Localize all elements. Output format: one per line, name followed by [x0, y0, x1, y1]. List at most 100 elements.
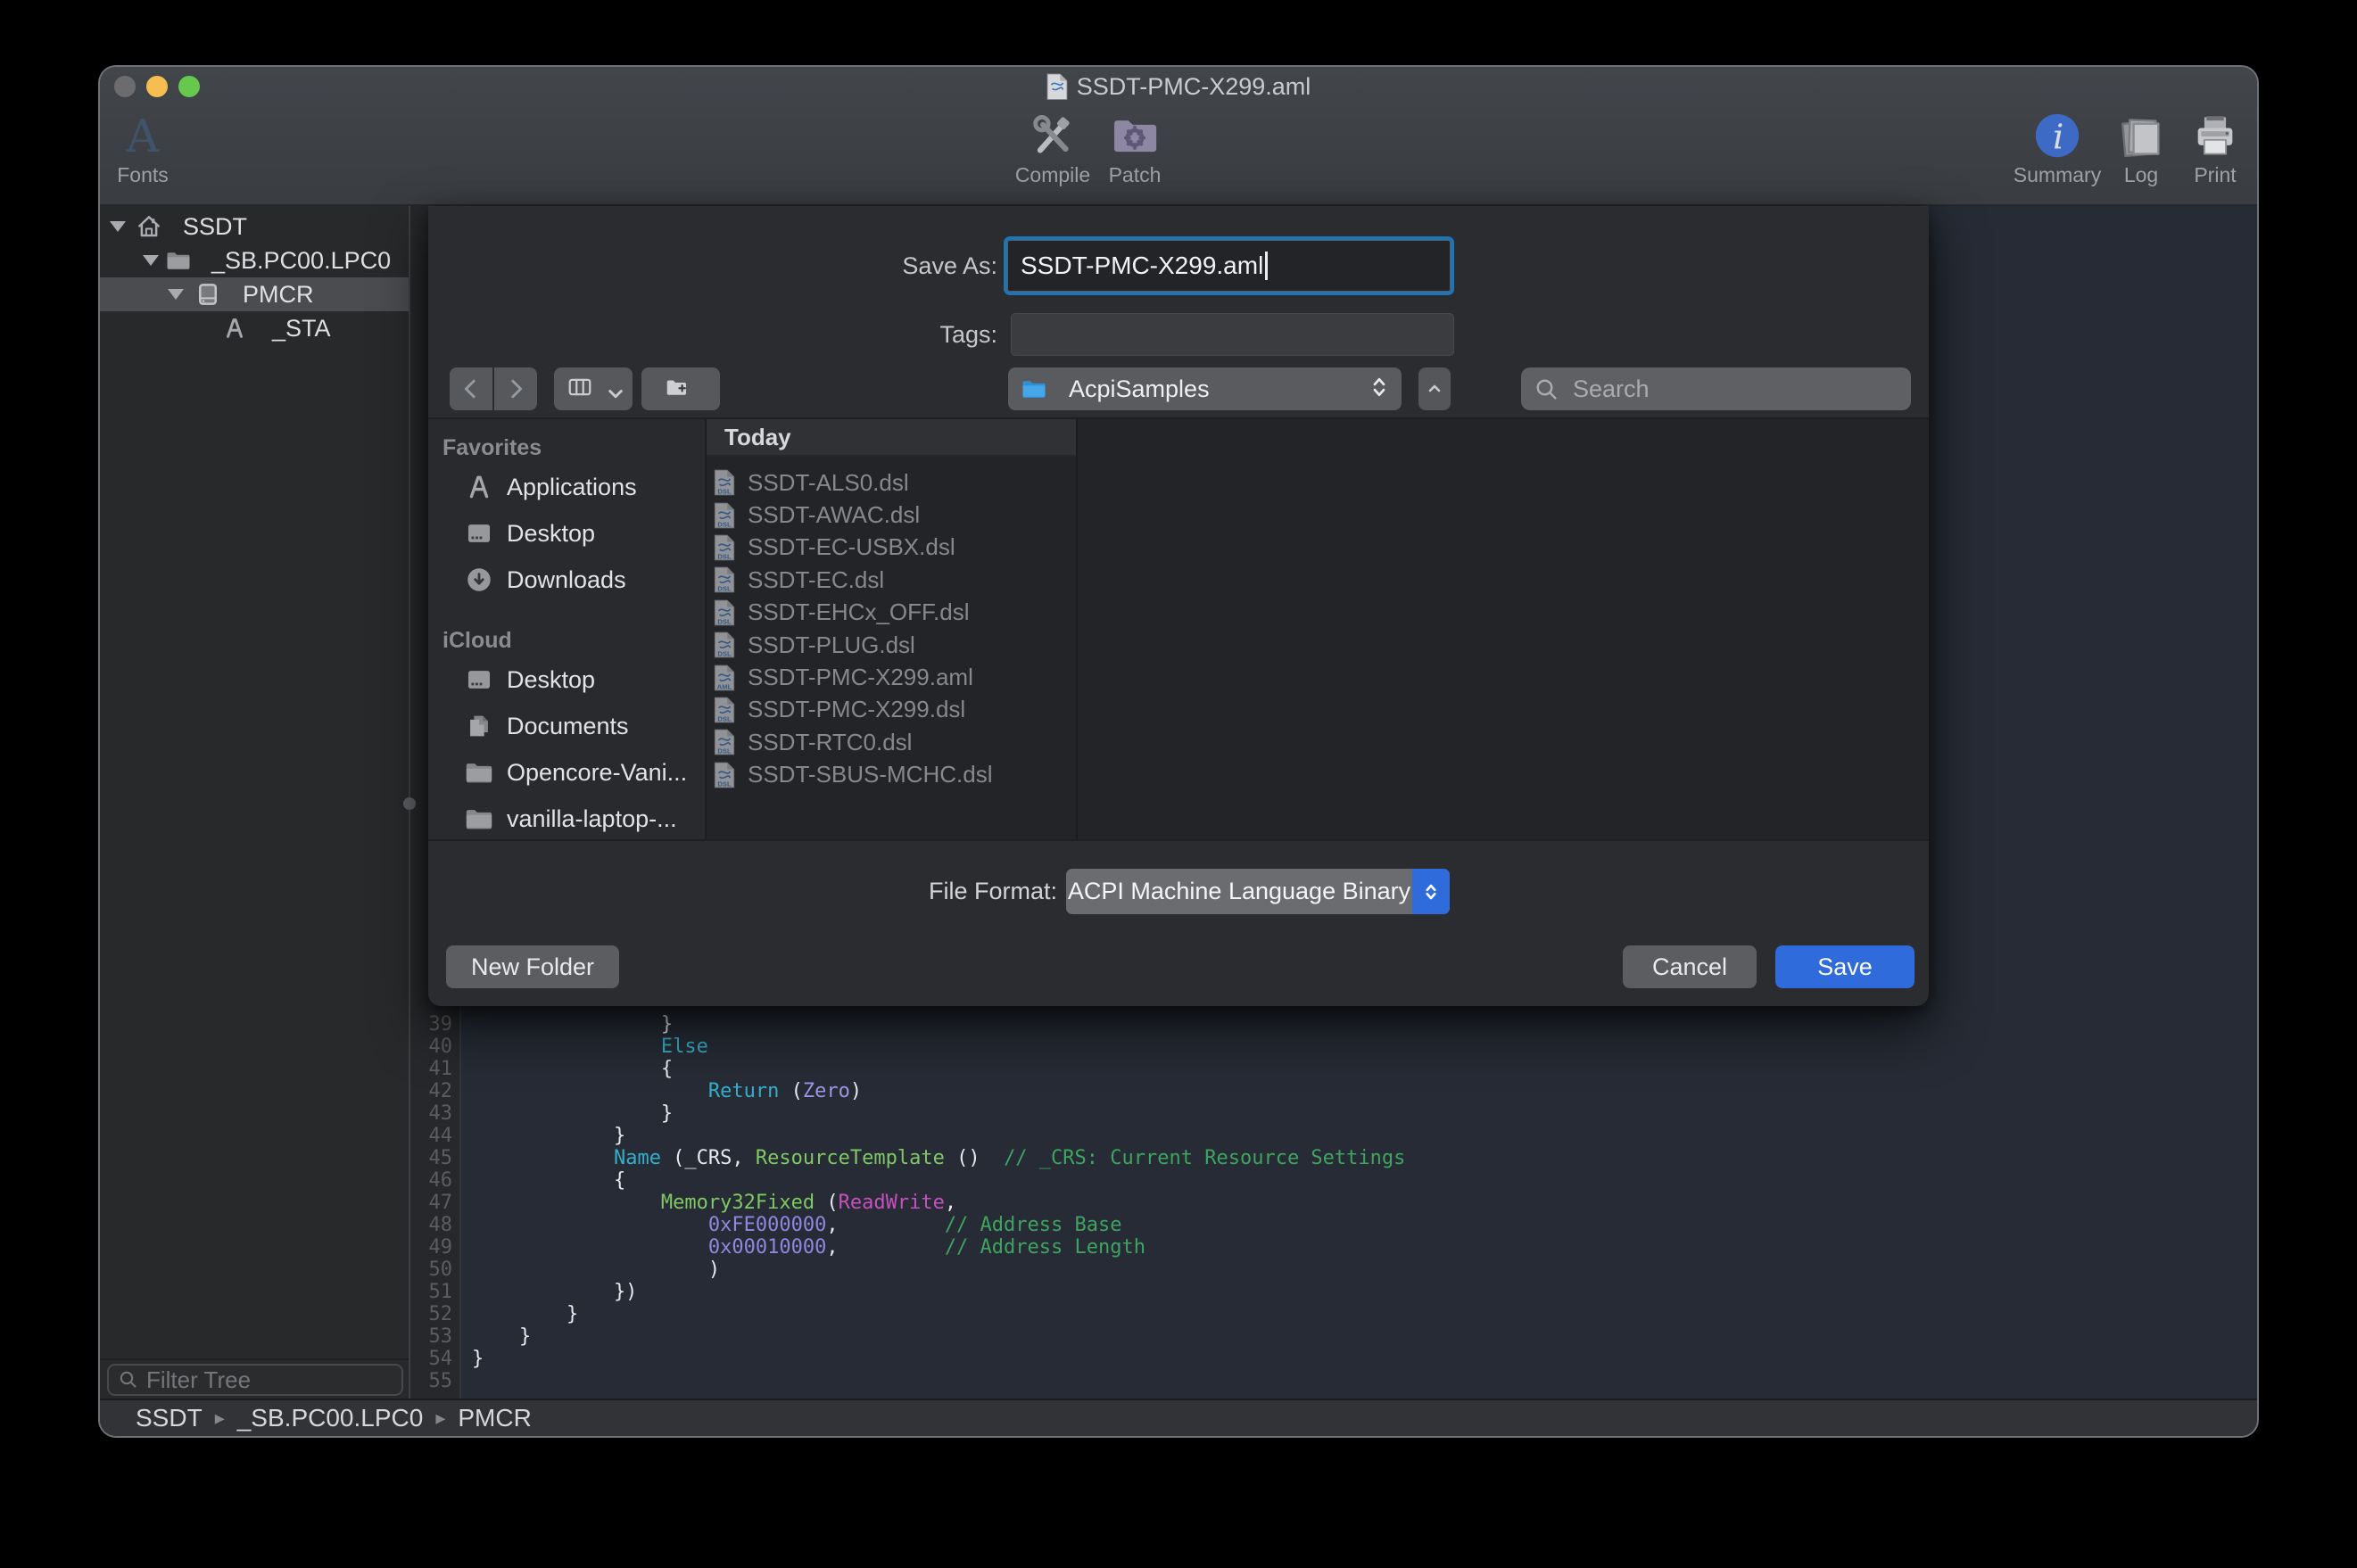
code-text: }: [461, 1102, 673, 1125]
file-format-popup[interactable]: ACPI Machine Language Binary: [1066, 869, 1450, 914]
line-number: 54: [410, 1348, 461, 1370]
code-line: 55: [410, 1370, 2257, 1392]
sidebar-item-label: Applications: [507, 474, 637, 501]
tree-item--SB-PC00-LPC0[interactable]: _SB.PC00.LPC0: [100, 243, 409, 277]
file-name: SSDT-EC-USBX.dsl: [748, 533, 955, 561]
splitter-handle[interactable]: [403, 797, 416, 810]
collapse-sheet-button[interactable]: [1418, 367, 1451, 410]
compile-label: Compile: [1015, 163, 1090, 187]
code-text: [461, 1370, 472, 1392]
line-number: 49: [410, 1236, 461, 1259]
log-label: Log: [2124, 163, 2158, 187]
code-line: 52 }: [410, 1303, 2257, 1325]
new-folder-button[interactable]: New Folder: [446, 945, 619, 988]
line-number: 41: [410, 1058, 461, 1080]
new-folder-icon-button[interactable]: [641, 367, 720, 410]
disclosure-triangle-icon[interactable]: [110, 221, 126, 232]
svg-text:i: i: [2053, 118, 2063, 158]
file-row[interactable]: DSLSSDT-SBUS-MCHC.dsl: [707, 759, 1076, 791]
summary-icon: i: [2031, 110, 2083, 161]
toolbar: A Fonts Compile Patch i Summary Log Pr: [100, 106, 2257, 206]
filter-tree-input[interactable]: Filter Tree: [107, 1364, 403, 1396]
sidebar-item-label: Documents: [507, 713, 629, 740]
save-as-value: SSDT-PMC-X299.aml: [1021, 252, 1263, 280]
status-bar: SSDT▸_SB.PC00.LPC0▸PMCR: [100, 1399, 2257, 1436]
file-browser: FavoritesApplicationsDesktopDownloadsiCl…: [428, 417, 1929, 841]
search-input[interactable]: Search: [1521, 367, 1911, 410]
view-mode-button[interactable]: [554, 367, 633, 410]
save-as-label: Save As:: [732, 245, 997, 286]
disclosure-triangle-icon[interactable]: [168, 289, 184, 300]
tree-item-PMCR[interactable]: PMCR: [100, 277, 409, 311]
print-icon: [2189, 110, 2241, 161]
patch-button[interactable]: Patch: [1081, 110, 1188, 187]
tree-item-label: SSDT: [183, 210, 247, 243]
sidebar-item-Desktop[interactable]: Desktop: [428, 510, 705, 557]
line-number: 47: [410, 1192, 461, 1214]
breadcrumb-separator-icon: ▸: [435, 1407, 445, 1430]
code-text: {: [461, 1169, 625, 1192]
app-a-icon: [221, 315, 248, 342]
text-caret: [1265, 252, 1268, 280]
code-text: }: [461, 1303, 578, 1325]
file-row[interactable]: DSLSSDT-EHCx_OFF.dsl: [707, 597, 1076, 629]
breadcrumb: SSDT▸_SB.PC00.LPC0▸PMCR: [136, 1404, 532, 1432]
code-line: 39 }: [410, 1013, 2257, 1036]
code-line: 47 Memory32Fixed (ReadWrite,: [410, 1192, 2257, 1214]
file-row[interactable]: DSLSSDT-ALS0.dsl: [707, 466, 1076, 499]
file-row[interactable]: DSLSSDT-PMC-X299.dsl: [707, 694, 1076, 726]
search-icon: [118, 1369, 139, 1391]
sidebar-item-vanilla-laptop-[interactable]: vanilla-laptop-...: [428, 796, 705, 842]
document-icon: DSL: [714, 599, 735, 626]
tree-item-SSDT[interactable]: SSDT: [100, 210, 409, 243]
sidebar-item-Documents[interactable]: Documents: [428, 703, 705, 749]
sidebar-item-Opencore-Vani-[interactable]: Opencore-Vani...: [428, 749, 705, 796]
line-number: 52: [410, 1303, 461, 1325]
print-button[interactable]: Print: [2162, 110, 2257, 187]
code-line: 51 }): [410, 1281, 2257, 1303]
chevron-down-icon: [602, 380, 620, 398]
file-row[interactable]: DSLSSDT-EC-USBX.dsl: [707, 532, 1076, 564]
sidebar-item-Downloads[interactable]: Downloads: [428, 557, 705, 603]
save-as-input[interactable]: SSDT-PMC-X299.aml: [1004, 236, 1454, 295]
code-text: Else: [461, 1036, 708, 1058]
save-button[interactable]: Save: [1775, 945, 1915, 988]
location-popup[interactable]: AcpiSamples: [1008, 367, 1402, 410]
cancel-button[interactable]: Cancel: [1623, 945, 1757, 988]
breadcrumb-item[interactable]: SSDT: [136, 1404, 203, 1432]
popup-chevrons-cap: [1412, 869, 1450, 914]
filter-tree-placeholder: Filter Tree: [146, 1366, 251, 1394]
code-text: }: [461, 1325, 531, 1348]
fonts-label: Fonts: [117, 163, 169, 187]
file-row[interactable]: DSLSSDT-EC.dsl: [707, 564, 1076, 596]
device-icon: [194, 281, 221, 308]
file-row[interactable]: AMLSSDT-PMC-X299.aml: [707, 661, 1076, 693]
tree-item-label: _SB.PC00.LPC0: [211, 243, 391, 277]
file-row[interactable]: DSLSSDT-AWAC.dsl: [707, 499, 1076, 531]
titlebar: SSDT-PMC-X299.aml: [100, 67, 2257, 106]
breadcrumb-item[interactable]: _SB.PC00.LPC0: [237, 1404, 424, 1432]
tree-item--STA[interactable]: _STA: [100, 311, 409, 345]
window-title: SSDT-PMC-X299.aml: [1077, 73, 1311, 101]
breadcrumb-item[interactable]: PMCR: [458, 1404, 531, 1432]
file-name: SSDT-ALS0.dsl: [748, 469, 909, 497]
fonts-button[interactable]: A Fonts: [100, 110, 196, 187]
favorites-sidebar: FavoritesApplicationsDesktopDownloadsiCl…: [428, 419, 707, 839]
disclosure-triangle-icon[interactable]: [143, 255, 159, 266]
file-row[interactable]: DSLSSDT-PLUG.dsl: [707, 629, 1076, 661]
forward-button[interactable]: [494, 367, 537, 410]
tags-input[interactable]: [1011, 313, 1454, 356]
location-value: AcpiSamples: [1069, 375, 1360, 403]
sidebar-item-Applications[interactable]: Applications: [428, 464, 705, 510]
file-row[interactable]: DSLSSDT-RTC0.dsl: [707, 726, 1076, 758]
code-line: 44 }: [410, 1125, 2257, 1147]
code-line: 49 0x00010000, // Address Length: [410, 1236, 2257, 1259]
code-text: ): [461, 1259, 720, 1281]
code-text: }: [461, 1125, 625, 1147]
code-line: 41 {: [410, 1058, 2257, 1080]
maciasl-window: SSDT-PMC-X299.aml A Fonts Compile Patch …: [100, 67, 2257, 1436]
code-line: 54}: [410, 1348, 2257, 1370]
document-icon: DSL: [714, 729, 735, 755]
sidebar-item-Desktop[interactable]: Desktop: [428, 656, 705, 703]
back-button[interactable]: [450, 367, 492, 410]
